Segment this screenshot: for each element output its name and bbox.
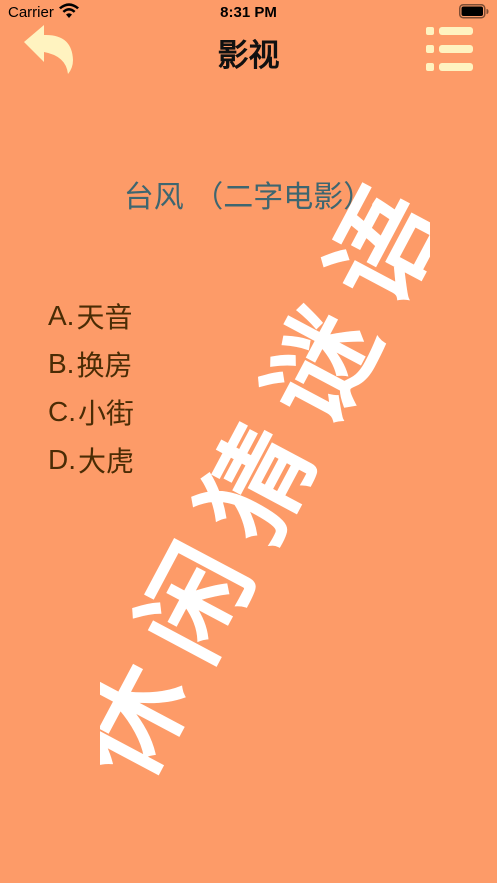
answer-options: A. 天音 B. 换房 C. 小街 D. 大虎: [48, 292, 134, 484]
list-menu-icon: [426, 27, 473, 71]
option-text: 换房: [76, 349, 133, 382]
battery-icon: [459, 4, 489, 24]
option-letter: C.: [48, 396, 76, 427]
menu-button[interactable]: [424, 24, 476, 76]
option-text: 天音: [76, 301, 133, 334]
riddle-question: 台风 （二字电影）: [123, 180, 374, 215]
watermark-text: 休闲猜谜语: [100, 148, 430, 800]
option-c[interactable]: C. 小街: [48, 388, 134, 436]
option-a[interactable]: A. 天音: [48, 292, 134, 340]
page-title: 影视: [217, 38, 280, 74]
status-clock: 8:31 PM: [220, 4, 277, 21]
nav-bar: 影视: [0, 22, 497, 78]
option-letter: B.: [48, 348, 75, 379]
option-letter: A.: [48, 300, 75, 331]
option-d[interactable]: D. 大虎: [48, 436, 134, 484]
option-text: 小街: [78, 397, 135, 430]
option-text: 大虎: [78, 445, 135, 478]
option-letter: D.: [48, 444, 76, 475]
option-b[interactable]: B. 换房: [48, 340, 134, 388]
